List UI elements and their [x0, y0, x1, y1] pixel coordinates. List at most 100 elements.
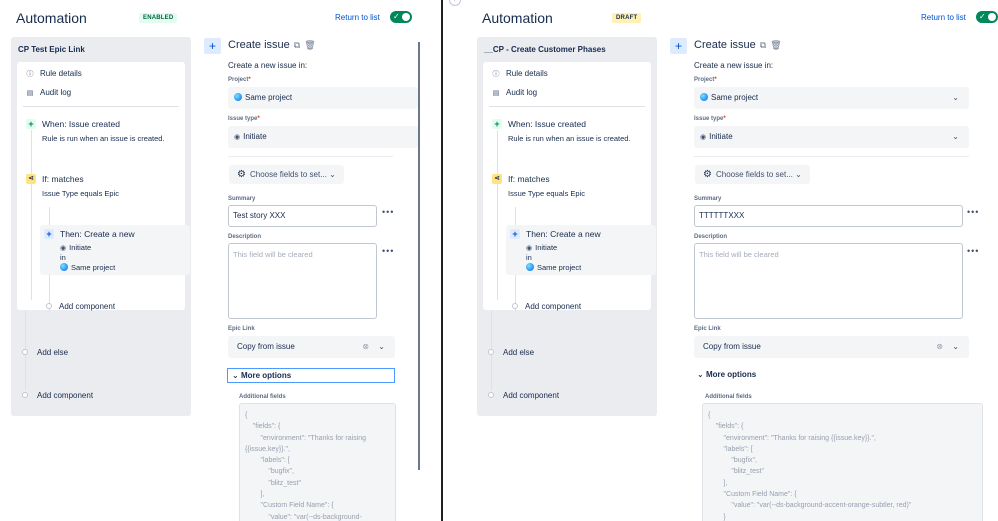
project-icon — [526, 263, 534, 271]
rule-enabled-toggle[interactable]: ✓ — [390, 11, 412, 23]
summary-label: Summary — [228, 196, 255, 202]
scrollbar[interactable] — [418, 42, 420, 470]
config-subtitle: Create a new issue in: — [694, 61, 773, 70]
add-else[interactable]: Add else — [503, 348, 534, 357]
summary-more-icon[interactable]: ••• — [967, 207, 979, 217]
rule-enabled-toggle[interactable]: ✓ — [976, 11, 998, 23]
config-title-text: Create issue — [694, 39, 756, 51]
return-to-list-link[interactable]: Return to list — [921, 13, 966, 22]
copy-icon[interactable]: ⧉ — [760, 40, 766, 50]
description-label: Description — [694, 234, 727, 240]
add-component-inner[interactable]: Add component — [59, 302, 115, 311]
rule-sidebar: __CP - Create Customer Phases ⓘRule deta… — [477, 37, 657, 416]
chevron-down-icon[interactable]: ⌄ — [952, 336, 959, 358]
action-project-text: Same project — [537, 263, 581, 272]
rule-details-item[interactable]: ⓘRule details — [491, 69, 548, 79]
description-textarea[interactable]: This field will be cleared — [694, 243, 963, 319]
audit-log-item[interactable]: ▤Audit log — [25, 88, 71, 97]
audit-log-item[interactable]: ▤Audit log — [491, 88, 537, 97]
copy-icon[interactable]: ⧉ — [294, 40, 300, 50]
condition-title[interactable]: If: matches — [42, 174, 84, 184]
add-else[interactable]: Add else — [37, 348, 68, 357]
summary-input[interactable]: TTTTTTXXX — [694, 205, 963, 227]
issue-type-label-text: Issue type — [694, 116, 723, 122]
summary-input[interactable]: Test story XXX — [228, 205, 377, 227]
chevron-right-icon[interactable]: › — [449, 0, 461, 6]
rule-details-label: Rule details — [40, 69, 82, 78]
choose-fields-button[interactable]: ⚙Choose fields to set... ⌄ — [229, 165, 344, 184]
add-component-outer[interactable]: Add component — [37, 391, 93, 400]
config-title: Create issue ⧉ 🗑 — [694, 39, 782, 51]
clear-icon[interactable]: ⊗ — [362, 336, 369, 358]
action-project: Same project — [60, 263, 115, 272]
action-node[interactable]: + Then: Create a new ◉Initiate in Same p… — [506, 225, 656, 275]
action-type-text: Initiate — [535, 243, 557, 252]
action-project: Same project — [526, 263, 581, 272]
rule-details-label: Rule details — [506, 69, 548, 78]
epic-link-label: Epic Link — [694, 326, 721, 332]
summary-more-icon[interactable]: ••• — [382, 207, 394, 217]
flow-line — [31, 130, 32, 300]
trash-icon[interactable]: 🗑 — [304, 40, 315, 50]
project-select[interactable]: Same project⌄ — [694, 87, 969, 109]
project-select[interactable]: Same project — [228, 87, 418, 109]
add-else-dot — [22, 349, 28, 355]
action-node[interactable]: + Then: Create a new ◉Initiate in Same p… — [40, 225, 190, 275]
condition-title[interactable]: If: matches — [508, 174, 550, 184]
additional-fields-editor[interactable]: { "fields": { "environment": "Thanks for… — [239, 403, 396, 521]
issue-type-select[interactable]: ◉Initiate — [228, 126, 418, 148]
project-icon — [700, 93, 708, 101]
trigger-title[interactable]: When: Issue created — [42, 119, 120, 129]
rule-components: ⓘRule details ▤Audit log + When: Issue c… — [483, 62, 651, 310]
eye-icon: ◉ — [700, 134, 706, 141]
additional-fields-editor[interactable]: { "fields": { "environment": "Thanks for… — [702, 403, 983, 521]
epic-link-select[interactable]: Copy from issue⊗⌄ — [694, 336, 969, 358]
trigger-icon: + — [26, 119, 36, 129]
chevron-down-icon: ⌄ — [232, 371, 239, 380]
chevron-down-icon[interactable]: ⌄ — [378, 336, 385, 358]
epic-link-select[interactable]: Copy from issue⊗⌄ — [228, 336, 395, 358]
rule-details-item[interactable]: ⓘRule details — [25, 69, 82, 79]
action-issue-type: ◉Initiate — [526, 243, 557, 252]
action-title: Then: Create a new — [60, 229, 135, 239]
description-more-icon[interactable]: ••• — [967, 246, 979, 256]
trash-icon[interactable]: 🗑 — [770, 40, 781, 50]
trigger-title[interactable]: When: Issue created — [508, 119, 586, 129]
epic-link-label: Epic Link — [228, 326, 255, 332]
choose-fields-label: Choose fields to set... — [716, 170, 793, 179]
more-options-label: More options — [241, 371, 291, 380]
rule-name[interactable]: __CP - Create Customer Phases — [484, 45, 606, 54]
action-in-text: in — [526, 253, 532, 262]
project-label: Project* — [694, 77, 717, 83]
trigger-icon: + — [492, 119, 502, 129]
pane-divider: › — [441, 0, 466, 521]
flow-line — [497, 130, 498, 300]
rule-components: ⓘRule details ▤Audit log + When: Issue c… — [17, 62, 185, 310]
check-icon: ✓ — [979, 11, 986, 23]
add-action-button[interactable]: + — [204, 38, 221, 54]
description-more-icon[interactable]: ••• — [382, 246, 394, 256]
rule-name[interactable]: CP Test Epic Link — [18, 45, 85, 54]
issue-type-label-text: Issue type — [228, 116, 257, 122]
divider-bar — [441, 0, 443, 521]
add-component-outer[interactable]: Add component — [503, 391, 559, 400]
choose-fields-button[interactable]: ⚙Choose fields to set... ⌄ — [695, 165, 810, 184]
action-in-text: in — [60, 253, 66, 262]
issue-type-select[interactable]: ◉Initiate⌄ — [694, 126, 969, 148]
description-textarea[interactable]: This field will be cleared — [228, 243, 377, 319]
action-icon: + — [510, 229, 520, 239]
summary-label: Summary — [694, 196, 721, 202]
gear-icon: ⚙ — [703, 169, 712, 180]
page-title: Automation — [482, 10, 553, 26]
divider — [694, 156, 969, 157]
more-options-toggle[interactable]: ⌄ More options — [693, 368, 861, 383]
add-action-button[interactable]: + — [670, 38, 687, 54]
divider — [489, 106, 645, 107]
more-options-toggle[interactable]: ⌄ More options — [227, 368, 395, 383]
return-to-list-link[interactable]: Return to list — [335, 13, 380, 22]
eye-icon: ◉ — [60, 245, 66, 252]
add-component-dot — [46, 303, 52, 309]
add-component-inner[interactable]: Add component — [525, 302, 581, 311]
action-icon: + — [44, 229, 54, 239]
clear-icon[interactable]: ⊗ — [936, 336, 943, 358]
